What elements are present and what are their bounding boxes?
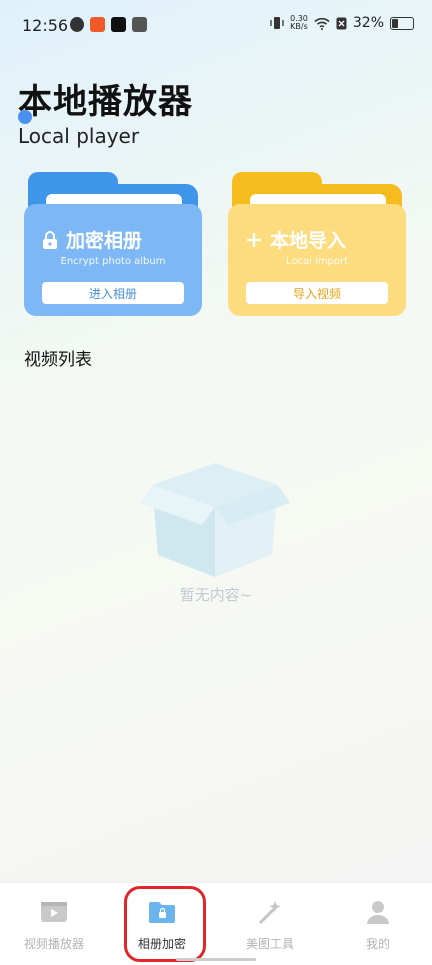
nav-label-profile: 我的: [365, 937, 390, 951]
app-subtitle: Local player: [18, 124, 140, 148]
encrypt-album-card[interactable]: 加密相册 Encrypt photo album 进入相册: [24, 170, 202, 320]
user-icon: [367, 901, 389, 924]
battery-icon: [390, 16, 414, 30]
video-player-icon: [41, 902, 67, 922]
nav-item-photo-tools[interactable]: 美图工具: [216, 883, 324, 965]
nav-label-video-player: 视频播放器: [23, 937, 84, 951]
local-import-subtitle: Local import: [285, 256, 349, 267]
status-bar: 12:56 0.30 KB/s 32%: [0, 0, 432, 52]
enter-album-button[interactable]: 进入相册: [42, 282, 184, 304]
shopping-notification-icon: [90, 17, 105, 32]
net-speed: 0.30 KB/s: [290, 15, 308, 31]
system-status: 0.30 KB/s 32%: [270, 15, 414, 31]
notification-icons: [70, 17, 147, 32]
download-notification-icon: [132, 17, 147, 32]
import-video-button[interactable]: 导入视频: [246, 282, 388, 304]
app-title: 本地播放器: [18, 82, 193, 122]
empty-state-text: 暂无内容~: [179, 586, 253, 604]
magic-wand-icon: [258, 901, 281, 925]
wifi-icon: [314, 17, 330, 30]
lock-icon: [43, 230, 57, 249]
empty-box-icon: [140, 463, 290, 577]
encrypt-album-title: 加密相册: [42, 226, 142, 253]
vibrate-icon: [270, 17, 284, 29]
nav-item-video-player[interactable]: 视频播放器: [0, 883, 108, 965]
nav-item-profile[interactable]: 我的: [324, 883, 432, 965]
title-dot-decoration: [18, 110, 32, 124]
local-import-card[interactable]: 本地导入 Local import 导入视频: [228, 170, 406, 320]
bottom-nav: 视频播放器 相册加密 美图工具 我的: [0, 882, 432, 965]
nav-label-photo-tools: 美图工具: [245, 937, 294, 951]
video-list-heading: 视频列表: [24, 350, 92, 370]
plus-icon: [247, 232, 261, 247]
tiktok-notification-icon: [111, 17, 126, 32]
encrypt-album-subtitle: Encrypt photo album: [60, 256, 166, 267]
battery-percent: 32%: [352, 15, 384, 31]
sim-off-icon: [336, 17, 347, 29]
local-import-title: 本地导入: [246, 226, 346, 253]
net-speed-unit: KB/s: [290, 22, 308, 31]
app-notification-icon: [70, 17, 84, 32]
home-indicator[interactable]: [176, 958, 256, 961]
highlight-annotation: [124, 886, 206, 962]
status-time: 12:56: [22, 16, 69, 35]
